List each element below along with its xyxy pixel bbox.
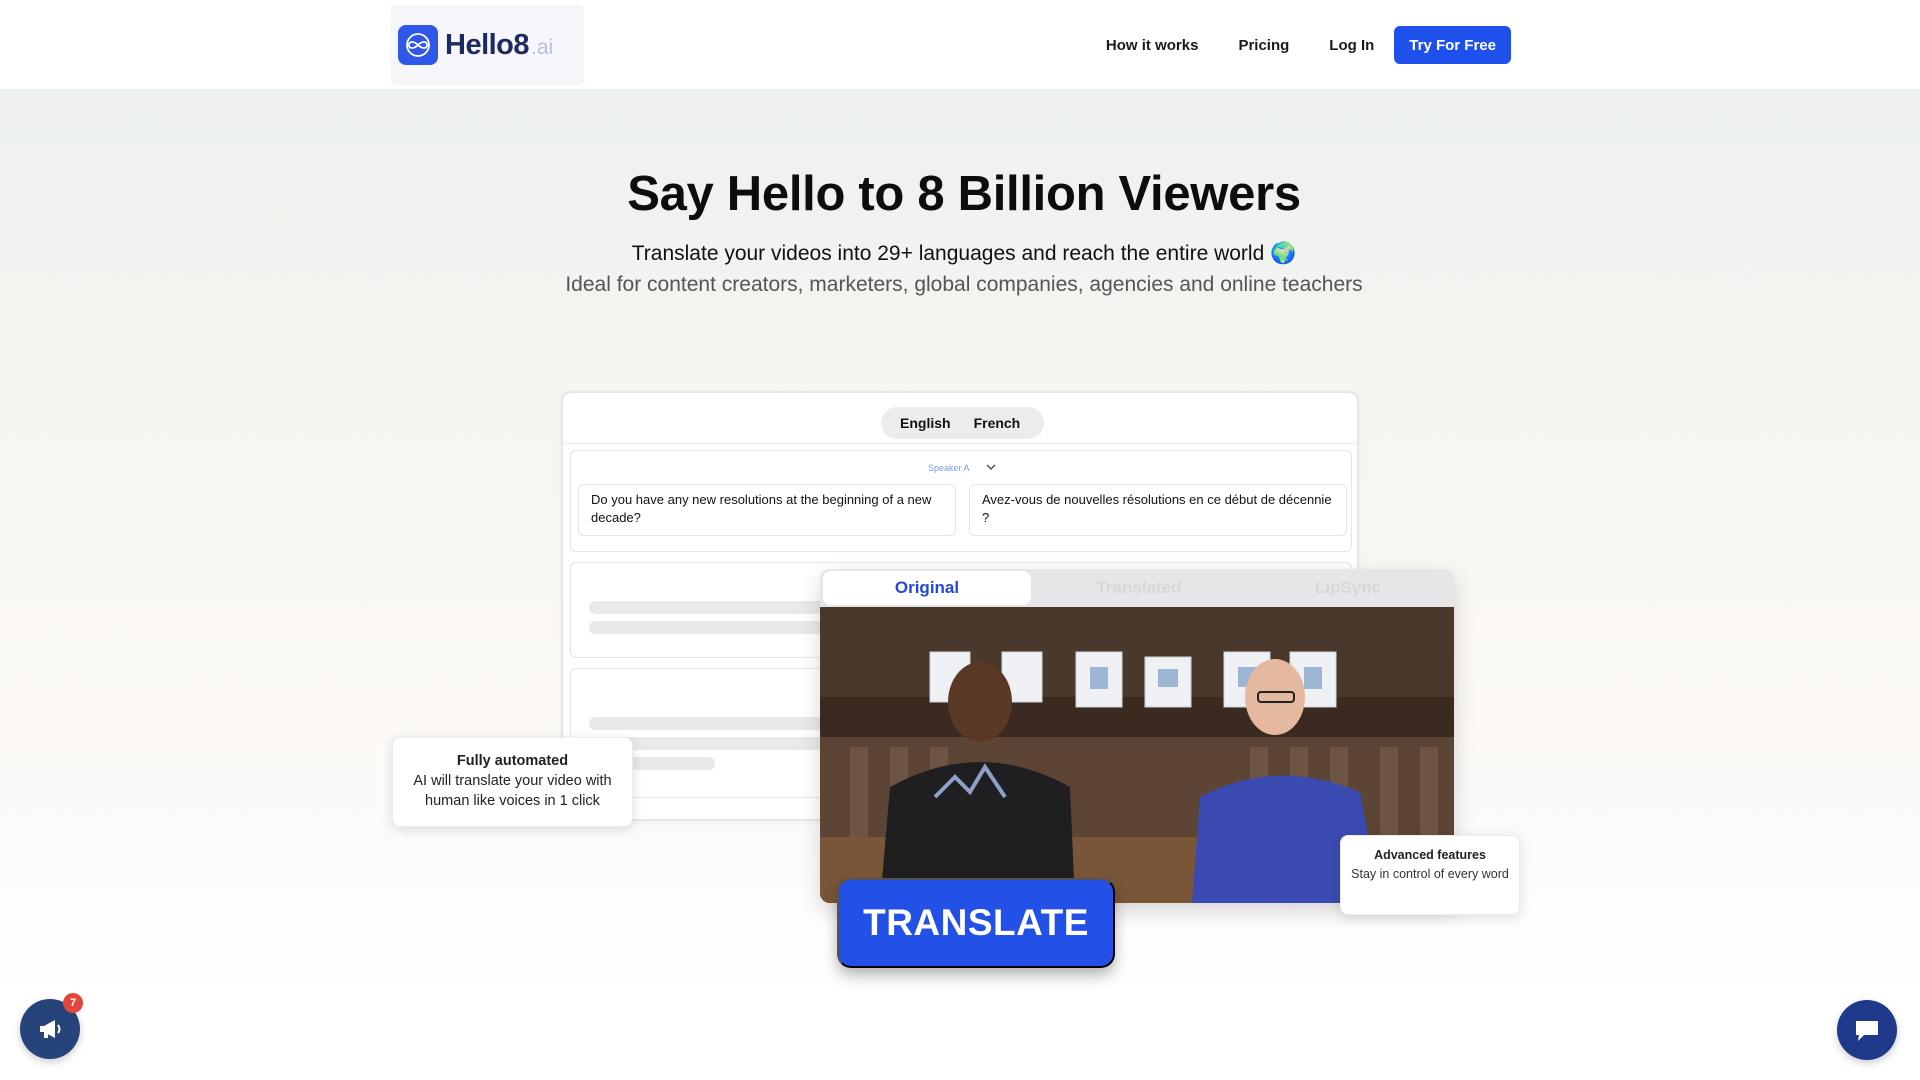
- chevron-down-icon[interactable]: [985, 460, 997, 478]
- notification-badge: 7: [63, 993, 83, 1013]
- callout-title: Advanced features: [1374, 848, 1486, 862]
- transcript-segment: Speaker A Do you have any new resolution…: [570, 450, 1352, 552]
- source-text-field[interactable]: Do you have any new resolutions at the b…: [578, 484, 956, 536]
- divider: [563, 443, 1357, 444]
- infinity-logo-icon: [398, 25, 438, 65]
- logo-text: Hello8: [445, 28, 530, 61]
- try-for-free-button[interactable]: Try For Free: [1394, 26, 1511, 64]
- lang-option-french[interactable]: French: [951, 415, 1021, 431]
- nav-link-login[interactable]: Log In: [1329, 37, 1374, 54]
- nav-link-pricing[interactable]: Pricing: [1238, 37, 1289, 54]
- fully-automated-callout: Fully automated AI will translate your v…: [392, 737, 633, 827]
- language-toggle[interactable]: English French: [881, 407, 1044, 439]
- speaker-label[interactable]: Speaker A: [928, 463, 970, 473]
- nav-links: How it works Pricing Log In Try For Free: [1066, 26, 1511, 64]
- tab-translated[interactable]: Translated: [1035, 571, 1243, 605]
- hero-audience: Ideal for content creators, marketers, g…: [565, 273, 1363, 296]
- video-tabs: Original Translated LipSync: [820, 569, 1454, 607]
- hero-title: Say Hello to 8 Billion Viewers: [627, 167, 1301, 221]
- logo-suffix: .ai: [531, 36, 554, 59]
- nav-link-how-it-works[interactable]: How it works: [1106, 37, 1199, 54]
- top-navbar: Hello8 .ai How it works Pricing Log In T…: [0, 0, 1920, 90]
- logo[interactable]: Hello8 .ai: [390, 5, 584, 85]
- callout-body: AI will translate your video with human …: [413, 773, 612, 809]
- callout-title: Fully automated: [456, 753, 569, 769]
- advanced-features-callout: Advanced features Stay in control of eve…: [1340, 835, 1520, 915]
- callout-body: Stay in control of every word: [1351, 867, 1509, 881]
- translated-text-field[interactable]: Avez-vous de nouvelles résolutions en ce…: [969, 484, 1347, 536]
- tab-original[interactable]: Original: [823, 571, 1031, 605]
- lang-option-english[interactable]: English: [881, 415, 951, 431]
- hero-subtitle: Translate your videos into 29+ languages…: [631, 242, 1297, 265]
- translate-button[interactable]: TRANSLATE: [837, 878, 1115, 968]
- chat-bubble-icon[interactable]: [1837, 1000, 1897, 1060]
- tab-lipsync[interactable]: LipSync: [1244, 571, 1452, 605]
